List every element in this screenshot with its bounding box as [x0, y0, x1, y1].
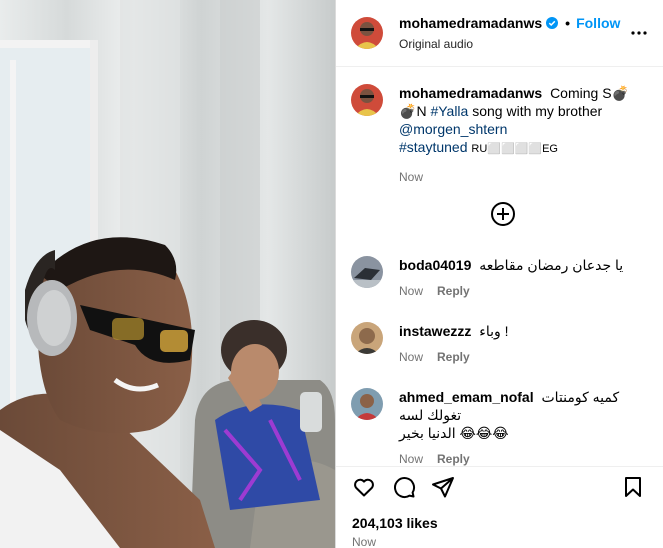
post-details-panel: mohamedramadanws • Follow Original audio [335, 0, 663, 548]
comment-text: الدنيا بخير 😂😂😂 [399, 425, 509, 441]
video-frame [0, 0, 335, 548]
avatar-image-icon [351, 388, 383, 420]
avatar-image-icon [351, 256, 383, 288]
comment-time: Now [399, 350, 424, 364]
more-options-icon[interactable] [629, 23, 649, 43]
avatar[interactable] [351, 17, 383, 49]
comment-item: ahmed_emam_nofal كميه كومنتات تغولك لسه … [351, 388, 649, 466]
audio-label[interactable]: Original audio [399, 37, 629, 51]
separator-dot: • [565, 15, 571, 31]
post-header: mohamedramadanws • Follow Original audio [336, 0, 663, 67]
header-username[interactable]: mohamedramadanws [399, 15, 542, 31]
comments-section[interactable]: mohamedramadanws Coming S💣 💣N #Yalla son… [336, 68, 663, 466]
caption-time: Now [399, 170, 424, 184]
load-more-comments-icon[interactable] [490, 201, 516, 227]
comment-time: Now [399, 284, 424, 298]
reply-button[interactable]: Reply [437, 450, 470, 466]
mention-link[interactable]: @morgen_shtern [399, 121, 507, 137]
post-media[interactable] [0, 0, 335, 548]
caption-text: RU⬜⬜⬜⬜EG [471, 143, 558, 155]
comment-time: Now [399, 452, 424, 466]
comment-text: وباء ! [479, 323, 509, 339]
reply-button[interactable]: Reply [437, 282, 470, 300]
comment-item: instawezzz وباء ! Now Reply [351, 322, 649, 366]
post-time: Now [352, 535, 377, 548]
like-heart-icon[interactable] [352, 475, 376, 499]
follow-button[interactable]: Follow [576, 15, 620, 31]
avatar[interactable] [351, 388, 383, 420]
hashtag-link[interactable]: #staytuned [399, 139, 468, 155]
avatar[interactable] [351, 256, 383, 288]
caption-text: N [416, 103, 427, 119]
comment-bubble-icon[interactable] [392, 475, 416, 499]
caption-text: song with my brother [472, 103, 603, 119]
reply-button[interactable]: Reply [437, 348, 470, 366]
avatar[interactable] [351, 84, 383, 116]
comment-text: يا جدعان رمضان مقاطعه [479, 257, 624, 273]
avatar-image-icon [351, 322, 383, 354]
comment-item: boda04019 يا جدعان رمضان مقاطعه Now Repl… [351, 256, 649, 300]
caption-username[interactable]: mohamedramadanws [399, 85, 542, 101]
post-caption: mohamedramadanws Coming S💣 💣N #Yalla son… [336, 68, 663, 186]
likes-count[interactable]: 204,103 likes [352, 515, 438, 531]
bomb-emoji: 💣 [399, 103, 417, 119]
verified-badge-icon [546, 17, 559, 29]
avatar-image-icon [351, 84, 383, 116]
comment-username[interactable]: ahmed_emam_nofal [399, 389, 534, 405]
share-paper-plane-icon[interactable] [431, 475, 455, 499]
comment-username[interactable]: boda04019 [399, 257, 471, 273]
post-actions: 204,103 likes Now [336, 466, 663, 548]
save-bookmark-icon[interactable] [621, 475, 645, 499]
avatar[interactable] [351, 322, 383, 354]
caption-text: Coming S [550, 85, 612, 101]
hashtag-link[interactable]: #Yalla [430, 103, 468, 119]
comment-username[interactable]: instawezzz [399, 323, 471, 339]
avatar-image-icon [351, 17, 383, 49]
bomb-emoji: 💣 [611, 85, 629, 101]
